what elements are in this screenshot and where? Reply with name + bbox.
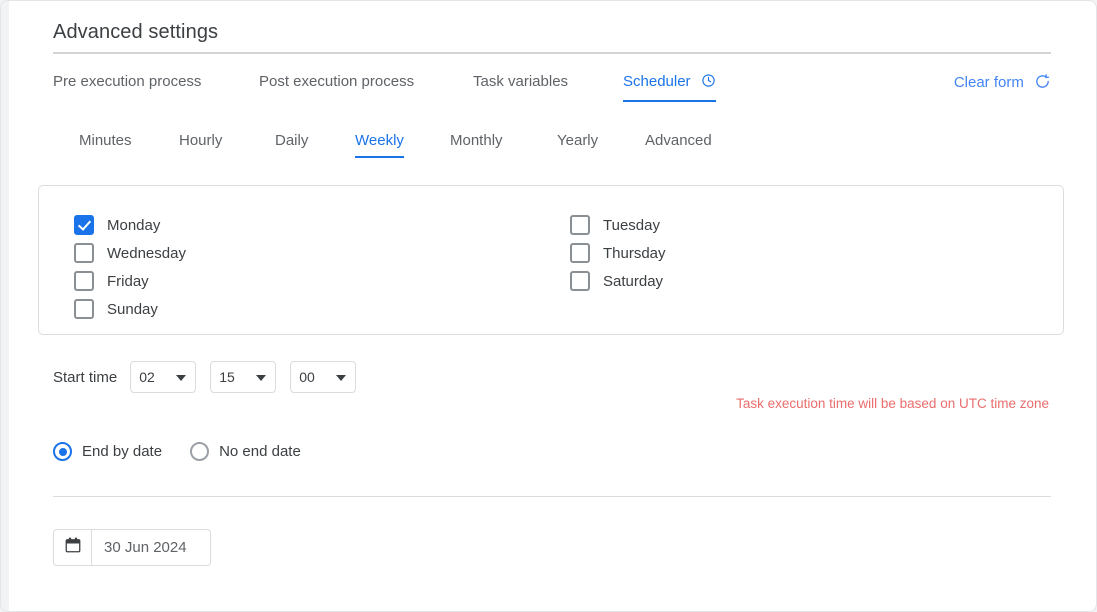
- utc-timezone-notice: Task execution time will be based on UTC…: [736, 396, 1049, 411]
- subtab-monthly[interactable]: Monthly: [450, 132, 503, 156]
- subtab-yearly[interactable]: Yearly: [557, 132, 598, 156]
- advanced-settings-panel: Advanced settings Pre execution process …: [0, 0, 1097, 612]
- checkbox-row-monday[interactable]: Monday: [74, 211, 186, 239]
- checkbox-row-wednesday[interactable]: Wednesday: [74, 239, 186, 267]
- checkbox-friday[interactable]: [74, 271, 94, 291]
- primary-tab-bar: Pre execution process Post execution pro…: [53, 73, 1051, 103]
- subtab-hourly[interactable]: Hourly: [179, 132, 222, 156]
- start-time-label: Start time: [53, 368, 118, 386]
- section-divider: [53, 496, 1051, 497]
- checkbox-label: Friday: [107, 272, 149, 290]
- end-date-value: 30 Jun 2024: [104, 539, 187, 556]
- clear-form-button[interactable]: Clear form: [954, 73, 1051, 94]
- calendar-icon-button[interactable]: [53, 529, 92, 566]
- checkbox-wednesday[interactable]: [74, 243, 94, 263]
- start-time-second-select[interactable]: 00: [290, 361, 357, 393]
- radio-button[interactable]: [53, 442, 72, 461]
- clear-form-label: Clear form: [953, 74, 1024, 91]
- subtab-weekly[interactable]: Weekly: [355, 132, 404, 158]
- checkbox-row-sunday[interactable]: Sunday: [74, 295, 186, 323]
- end-date-picker: 30 Jun 2024: [53, 529, 211, 566]
- checkbox-row-friday[interactable]: Friday: [74, 267, 186, 295]
- weekday-column-left: Monday Wednesday Friday Sunday: [74, 211, 186, 323]
- tab-label: Post execution process: [259, 73, 415, 90]
- tab-post-execution-process[interactable]: Post execution process: [259, 73, 414, 98]
- subtab-minutes[interactable]: Minutes: [79, 132, 132, 156]
- checkbox-saturday[interactable]: [570, 271, 590, 291]
- tab-task-variables[interactable]: Task variables: [473, 73, 568, 98]
- select-value: 15: [219, 369, 235, 385]
- chevron-down-icon: [336, 375, 347, 381]
- end-date-input[interactable]: 30 Jun 2024: [92, 529, 211, 566]
- checkbox-tuesday[interactable]: [570, 215, 590, 235]
- chevron-down-icon: [256, 375, 267, 381]
- subtab-advanced[interactable]: Advanced: [645, 132, 712, 156]
- radio-label: End by date: [82, 443, 163, 460]
- reset-arrow-icon: [1034, 73, 1051, 94]
- start-time-row: Start time 02 15 00: [53, 361, 370, 393]
- weekday-column-right: Tuesday Thursday Saturday: [570, 211, 666, 295]
- start-time-hour-select[interactable]: 02: [130, 361, 197, 393]
- tab-scheduler[interactable]: Scheduler: [623, 73, 716, 102]
- checkbox-sunday[interactable]: [74, 299, 94, 319]
- page-title: Advanced settings: [53, 21, 219, 43]
- checkbox-label: Monday: [107, 216, 161, 234]
- checkbox-thursday[interactable]: [570, 243, 590, 263]
- checkbox-label: Thursday: [603, 244, 666, 262]
- clock-icon: [701, 73, 716, 92]
- checkbox-label: Sunday: [107, 300, 158, 318]
- radio-button[interactable]: [190, 442, 210, 461]
- tab-pre-execution-process[interactable]: Pre execution process: [53, 73, 201, 98]
- calendar-icon: [64, 536, 82, 559]
- radio-no-end-date[interactable]: No end date: [190, 442, 301, 461]
- chevron-down-icon: [176, 375, 187, 381]
- tab-label: Scheduler: [623, 73, 691, 90]
- select-value: 02: [139, 369, 155, 385]
- tab-label: Task variables: [473, 73, 569, 90]
- radio-label: No end date: [219, 443, 301, 460]
- weekday-selection-panel: Monday Wednesday Friday Sunday Tuesday T…: [38, 185, 1064, 335]
- checkbox-row-tuesday[interactable]: Tuesday: [570, 211, 666, 239]
- checkbox-monday[interactable]: [74, 215, 94, 235]
- end-option-radio-group: End by date No end date: [53, 442, 329, 461]
- checkbox-label: Saturday: [603, 272, 664, 290]
- start-time-minute-select[interactable]: 15: [210, 361, 277, 393]
- tab-label: Pre execution process: [53, 73, 202, 90]
- checkbox-row-thursday[interactable]: Thursday: [570, 239, 666, 267]
- subtab-daily[interactable]: Daily: [275, 132, 308, 156]
- left-edge-rail: [1, 1, 9, 611]
- title-divider: [53, 52, 1051, 54]
- frequency-tab-bar: Minutes Hourly Daily Weekly Monthly Year…: [79, 132, 1039, 160]
- radio-end-by-date[interactable]: End by date: [53, 442, 162, 461]
- checkbox-label: Wednesday: [107, 244, 186, 262]
- checkbox-row-saturday[interactable]: Saturday: [570, 267, 666, 295]
- checkbox-label: Tuesday: [603, 216, 660, 234]
- select-value: 00: [299, 369, 315, 385]
